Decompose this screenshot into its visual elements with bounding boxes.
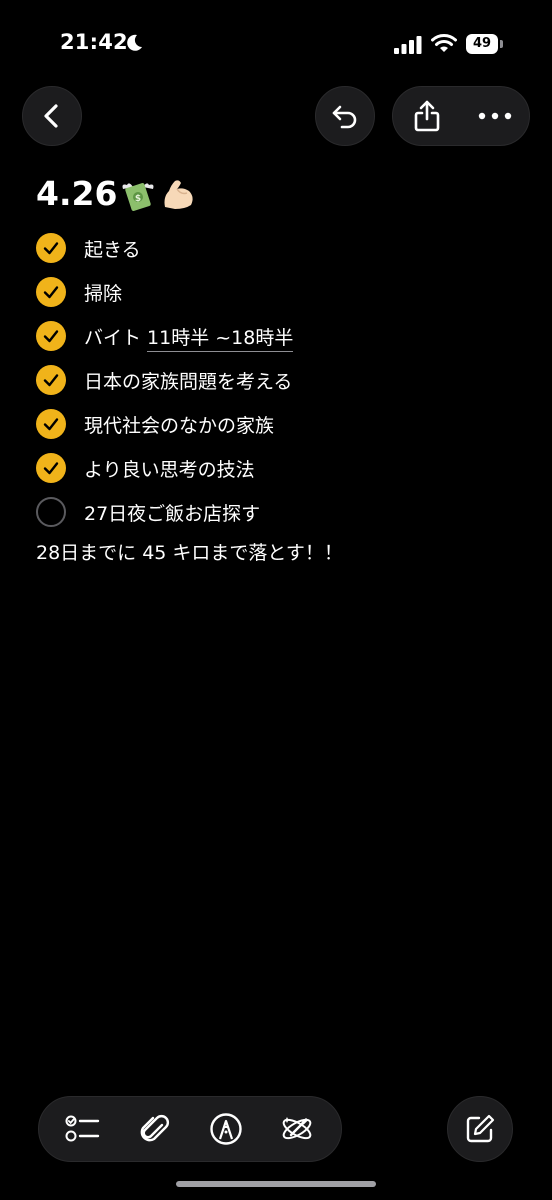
wifi-icon <box>431 34 457 52</box>
checkbox-checked[interactable] <box>36 409 66 439</box>
checkbox-checked[interactable] <box>36 277 66 307</box>
checklist-item-text: 27日夜ご飯お店探す <box>84 502 261 525</box>
checklist-item-text: 現代社会のなかの家族 <box>84 414 275 437</box>
checklist-item-text: 掃除 <box>84 282 123 305</box>
status-time: 21:42 <box>60 30 128 54</box>
checklist-item-text: バイト 11時半 ~18時半 <box>84 323 294 352</box>
checkmark-icon <box>43 242 59 255</box>
checklist-item[interactable]: バイト 11時半 ~18時半 <box>36 314 516 358</box>
checkmark-icon <box>43 374 59 387</box>
home-indicator[interactable] <box>176 1181 376 1187</box>
checklist-item[interactable]: 起きる <box>36 226 516 270</box>
checklist-item-text: 日本の家族問題を考える <box>84 370 293 393</box>
checkmark-icon <box>43 286 59 299</box>
checkmark-icon <box>43 330 59 343</box>
chevron-left-icon <box>44 104 58 128</box>
checkbox-checked[interactable] <box>36 321 66 351</box>
attach-button[interactable] <box>127 1102 181 1156</box>
note-title-text: 4.26 <box>36 174 118 213</box>
checklist-item-text: より良い思考の技法 <box>84 458 255 481</box>
battery-level: 49 <box>466 34 498 54</box>
battery-icon: 49 <box>466 34 504 54</box>
note-title[interactable]: 4.26 $ <box>36 174 197 213</box>
checklist: 起きる 掃除 バイト 11時半 ~18時半 日本の家族問題を考える 現代社会のな… <box>36 226 516 534</box>
detected-time-link[interactable]: 11時半 ~18時半 <box>147 326 294 352</box>
checklist-item-prefix: バイト <box>84 326 148 349</box>
writing-tools-button[interactable] <box>270 1102 324 1156</box>
paperclip-icon <box>140 1115 170 1142</box>
checklist-item[interactable]: 日本の家族問題を考える <box>36 358 516 402</box>
checkbox-checked[interactable] <box>36 453 66 483</box>
writing-tools-icon <box>282 1117 312 1140</box>
checklist-item[interactable]: 現代社会のなかの家族 <box>36 402 516 446</box>
undo-icon <box>332 105 357 129</box>
checklist-button[interactable] <box>56 1102 110 1156</box>
bottom-toolbar <box>38 1096 342 1162</box>
checklist-item[interactable]: 掃除 <box>36 270 516 314</box>
note-body-line[interactable]: 28日までに 45 キロまで落とす！！ <box>36 538 343 565</box>
checkmark-icon <box>43 462 59 475</box>
more-button[interactable] <box>461 87 529 145</box>
back-button[interactable] <box>22 86 82 146</box>
share-more-group <box>392 86 530 146</box>
flexed-biceps-icon <box>164 179 194 209</box>
compose-icon <box>466 1114 495 1143</box>
money-with-wings-icon: $ <box>122 182 154 211</box>
checklist-item[interactable]: 27日夜ご飯お店探す <box>36 490 516 534</box>
share-button[interactable] <box>393 87 461 145</box>
status-bar: 21:42 49 <box>0 0 552 90</box>
compose-button[interactable] <box>447 1096 513 1162</box>
svg-text:$: $ <box>135 194 141 204</box>
share-icon <box>414 100 440 132</box>
checkbox-unchecked[interactable] <box>36 497 66 527</box>
markup-pen-icon <box>210 1113 242 1145</box>
checkmark-icon <box>43 418 59 431</box>
checkbox-checked[interactable] <box>36 365 66 395</box>
checklist-item[interactable]: より良い思考の技法 <box>36 446 516 490</box>
checklist-icon <box>65 1115 99 1142</box>
checkbox-checked[interactable] <box>36 233 66 263</box>
more-icon <box>478 112 512 120</box>
undo-button[interactable] <box>315 86 375 146</box>
moon-icon <box>127 34 142 51</box>
battery-tip <box>500 40 503 48</box>
checklist-item-text: 起きる <box>84 238 141 261</box>
markup-button[interactable] <box>199 1102 253 1156</box>
signal-icon <box>394 36 422 54</box>
